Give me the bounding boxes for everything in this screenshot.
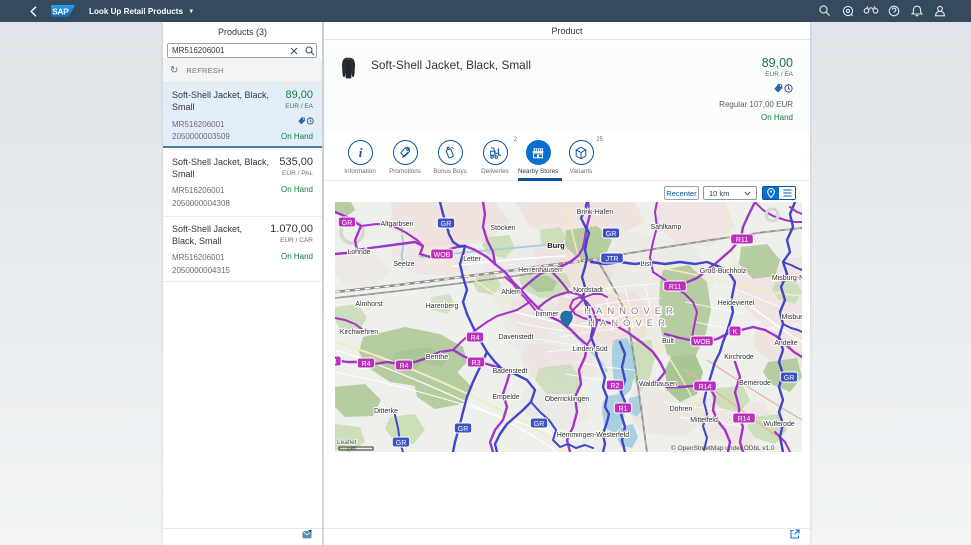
- svg-text:Waldhausen: Waldhausen: [639, 381, 677, 388]
- svg-text:Almhorst: Almhorst: [355, 301, 382, 308]
- svg-text:HANNOVER: HANNOVER: [584, 306, 678, 317]
- svg-text:4: 4: [335, 359, 337, 366]
- svg-text:Sahlkamp: Sahlkamp: [651, 224, 682, 231]
- svg-text:R3: R3: [472, 360, 481, 367]
- svg-text:R14: R14: [738, 416, 751, 423]
- svg-text:Davenstedt: Davenstedt: [499, 334, 534, 341]
- svg-text:© OpenStreetMap under ODbL v1.: © OpenStreetMap under ODbL v1.0: [671, 444, 775, 452]
- svg-text:Oberricklingen: Oberricklingen: [545, 396, 590, 403]
- svg-text:Seelze: Seelze: [393, 261, 414, 268]
- svg-text:Bemerode: Bemerode: [739, 380, 771, 387]
- svg-text:Limmer: Limmer: [536, 311, 560, 318]
- svg-text:Empelde: Empelde: [492, 394, 519, 401]
- svg-text:Altgarbsen: Altgarbsen: [381, 221, 414, 228]
- svg-text:Kirchrode: Kirchrode: [724, 354, 754, 361]
- svg-text:GR: GR: [396, 440, 407, 447]
- svg-text:Stöcken: Stöcken: [491, 225, 516, 232]
- svg-text:Brink-Hafen: Brink-Hafen: [577, 209, 614, 216]
- svg-text:Hemmingen-Westerfeld: Hemmingen-Westerfeld: [557, 432, 629, 439]
- svg-text:Letter: Letter: [463, 256, 481, 263]
- svg-text:Misbur: Misbur: [781, 314, 802, 321]
- svg-text:Kirchwehren: Kirchwehren: [340, 329, 378, 336]
- svg-text:R11: R11: [736, 237, 748, 244]
- svg-text:List: List: [641, 261, 652, 268]
- svg-text:Linden-Süd: Linden-Süd: [572, 346, 607, 353]
- svg-text:GR: GR: [784, 375, 795, 382]
- svg-text:Wulferode: Wulferode: [763, 421, 794, 428]
- svg-text:GR: GR: [441, 221, 452, 228]
- svg-text:Ahlem: Ahlem: [501, 289, 521, 296]
- svg-text:Lohnde: Lohnde: [348, 249, 371, 256]
- svg-text:WOB: WOB: [694, 339, 711, 346]
- svg-text:WOB: WOB: [434, 252, 451, 259]
- svg-text:R4: R4: [362, 361, 371, 368]
- svg-text:SAP: SAP: [52, 7, 69, 16]
- svg-text:Herrenhausen: Herrenhausen: [518, 267, 562, 274]
- svg-text:R2: R2: [611, 383, 620, 390]
- svg-text:i: i: [358, 146, 362, 159]
- svg-text:R11: R11: [669, 284, 681, 291]
- svg-text:Groß-Buchholz: Groß-Buchholz: [700, 268, 747, 275]
- svg-text:Döhren: Döhren: [670, 406, 693, 413]
- svg-text:R4: R4: [400, 363, 409, 370]
- svg-text:Andelte: Andelte: [774, 340, 798, 347]
- svg-text:Badenstedt: Badenstedt: [493, 368, 528, 375]
- svg-text:Bult: Bult: [662, 338, 674, 345]
- svg-text:Ditterke: Ditterke: [374, 408, 398, 415]
- svg-text:R1: R1: [619, 406, 628, 413]
- svg-text:Nordstadt: Nordstadt: [573, 287, 603, 294]
- svg-text:Benthe: Benthe: [426, 354, 448, 361]
- svg-text:JTR: JTR: [606, 256, 619, 263]
- svg-text:2 km: 2 km: [347, 446, 356, 451]
- svg-text:Heideviertel: Heideviertel: [718, 300, 755, 307]
- svg-text:GR: GR: [534, 421, 545, 428]
- svg-text:GR: GR: [342, 220, 353, 227]
- svg-text:GR: GR: [458, 426, 469, 433]
- svg-text:R14: R14: [699, 384, 712, 391]
- svg-text:Burg: Burg: [547, 241, 565, 250]
- svg-text:Harenberg: Harenberg: [426, 303, 459, 310]
- svg-text:R4: R4: [471, 335, 480, 342]
- svg-text:Misburg-No: Misburg-No: [772, 275, 802, 282]
- svg-text:K: K: [733, 329, 738, 336]
- svg-text:HANOVER: HANOVER: [588, 318, 670, 329]
- svg-text:GR: GR: [606, 231, 617, 238]
- svg-text:Mittelfeld: Mittelfeld: [690, 417, 718, 424]
